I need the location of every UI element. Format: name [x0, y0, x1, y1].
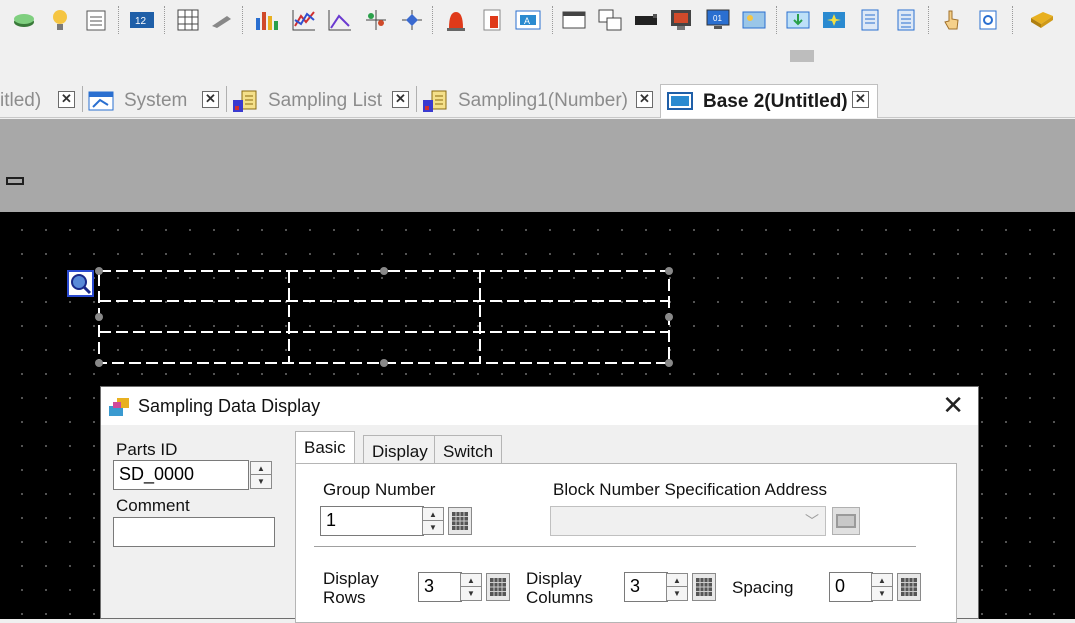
- list2-icon[interactable]: [892, 6, 920, 34]
- sparkle-icon[interactable]: [820, 6, 848, 34]
- sampling-display-icon: [109, 398, 129, 416]
- magnifier-icon: [67, 270, 94, 297]
- tab-basic[interactable]: Basic: [295, 431, 355, 463]
- refresh-icon[interactable]: [974, 6, 1002, 34]
- alarm-icon[interactable]: [442, 6, 470, 34]
- close-icon[interactable]: ✕: [942, 392, 964, 418]
- basic-tab-panel: Group Number 1 ▲ ▼ Block Number Specifica…: [295, 463, 957, 623]
- close-icon[interactable]: ✕: [58, 91, 75, 108]
- dialog-titlebar[interactable]: Sampling Data Display ✕: [101, 387, 978, 425]
- spacing-spinner[interactable]: ▲ ▼: [871, 573, 893, 601]
- download-icon[interactable]: [784, 6, 812, 34]
- tab-label: Sampling List: [268, 90, 383, 111]
- tab-switch[interactable]: Switch: [434, 435, 503, 465]
- tab-label: Base 2(Untitled): [703, 90, 848, 112]
- comment-field[interactable]: [113, 517, 275, 547]
- display-rows-label: Display Rows: [323, 569, 379, 607]
- svg-text:12: 12: [135, 16, 147, 27]
- keypad-icon[interactable]: [692, 573, 716, 601]
- close-icon[interactable]: ✕: [392, 91, 409, 108]
- display-rows-spinner[interactable]: ▲ ▼: [460, 573, 482, 601]
- tab-untitled-partial[interactable]: itled): [0, 84, 41, 118]
- text-display-icon[interactable]: A: [514, 6, 542, 34]
- pen-icon[interactable]: [208, 6, 236, 34]
- close-icon[interactable]: ✕: [202, 91, 219, 108]
- multi-window-icon[interactable]: [596, 6, 624, 34]
- keypad-icon[interactable]: [897, 573, 921, 601]
- comment-label: Comment: [116, 496, 190, 515]
- image-display-icon[interactable]: [740, 6, 768, 34]
- numeric-display-icon[interactable]: 12: [128, 6, 156, 34]
- monitor-icon[interactable]: 01: [704, 6, 732, 34]
- system-icon: [88, 90, 114, 112]
- group-number-label: Group Number: [323, 480, 436, 499]
- tab-sampling-list[interactable]: Sampling List: [232, 84, 382, 118]
- hand-icon[interactable]: [938, 6, 966, 34]
- editor-ruler-area: [0, 119, 1075, 212]
- close-icon[interactable]: ✕: [852, 91, 869, 108]
- spacing-field[interactable]: 0: [829, 572, 873, 602]
- tab-label: itled): [0, 90, 42, 111]
- display-columns-label: Display Columns: [526, 569, 594, 607]
- window-icon[interactable]: [560, 6, 588, 34]
- chevron-down-icon: ﹀: [805, 513, 819, 529]
- tab-display[interactable]: Display: [363, 435, 437, 465]
- minimize-icon[interactable]: [6, 177, 24, 185]
- xy-chart-icon[interactable]: [326, 6, 354, 34]
- display-rows-field[interactable]: 3: [418, 572, 462, 602]
- parts-id-spinner[interactable]: ▲ ▼: [250, 461, 272, 489]
- group-number-spinner[interactable]: ▲ ▼: [422, 507, 444, 535]
- table-icon[interactable]: [174, 6, 202, 34]
- group-number-field[interactable]: 1: [320, 506, 424, 536]
- alarm-history-icon[interactable]: [478, 6, 506, 34]
- display-columns-field[interactable]: 3: [624, 572, 668, 602]
- document-tabs: itled) ✕ System ✕ Sampling List ✕ Sampli…: [0, 78, 1075, 118]
- spacing-label: Spacing: [732, 578, 794, 597]
- bulb-icon[interactable]: [46, 6, 74, 34]
- address-input-icon[interactable]: [832, 507, 860, 535]
- parts-id-label: Parts ID: [116, 440, 178, 459]
- scatter-icon[interactable]: [362, 6, 390, 34]
- bar-chart-icon[interactable]: [252, 6, 280, 34]
- block-address-combo[interactable]: ﹀: [550, 506, 826, 536]
- sampling-icon: [232, 90, 258, 112]
- display-columns-spinner[interactable]: ▲ ▼: [666, 573, 688, 601]
- keypad-icon[interactable]: [448, 507, 472, 535]
- svg-text:01: 01: [713, 14, 722, 23]
- tab-label: System: [124, 90, 188, 111]
- collapsed-handle[interactable]: [790, 50, 814, 62]
- sampling-data-display-dialog: Sampling Data Display ✕ Parts ID SD_0000…: [100, 386, 979, 623]
- block-address-label: Block Number Specification Address: [553, 480, 828, 499]
- crosshair-icon[interactable]: [398, 6, 426, 34]
- main-toolbar: 12 A 01: [0, 0, 1075, 78]
- svg-text:A: A: [524, 16, 530, 26]
- tab-label: Sampling1(Number): [458, 90, 629, 111]
- camera-icon[interactable]: [632, 6, 660, 34]
- tab-base2-untitled[interactable]: Base 2(Untitled): [660, 84, 878, 118]
- line-chart-icon[interactable]: [290, 6, 318, 34]
- close-icon[interactable]: ✕: [636, 91, 653, 108]
- base-screen-icon: [667, 91, 693, 113]
- list-icon[interactable]: [856, 6, 884, 34]
- separator: [314, 546, 916, 548]
- parts-id-field[interactable]: SD_0000: [113, 460, 249, 490]
- tab-sampling1-number[interactable]: Sampling1(Number): [422, 84, 628, 118]
- memo-list-icon[interactable]: [82, 6, 110, 34]
- sampling-icon: [422, 90, 448, 112]
- keypad-icon[interactable]: [486, 573, 510, 601]
- dialog-title: Sampling Data Display: [138, 396, 321, 416]
- folder-icon[interactable]: [1028, 6, 1056, 34]
- lamp-button-icon[interactable]: [10, 6, 38, 34]
- tab-system[interactable]: System: [88, 84, 187, 118]
- video-icon[interactable]: [668, 6, 696, 34]
